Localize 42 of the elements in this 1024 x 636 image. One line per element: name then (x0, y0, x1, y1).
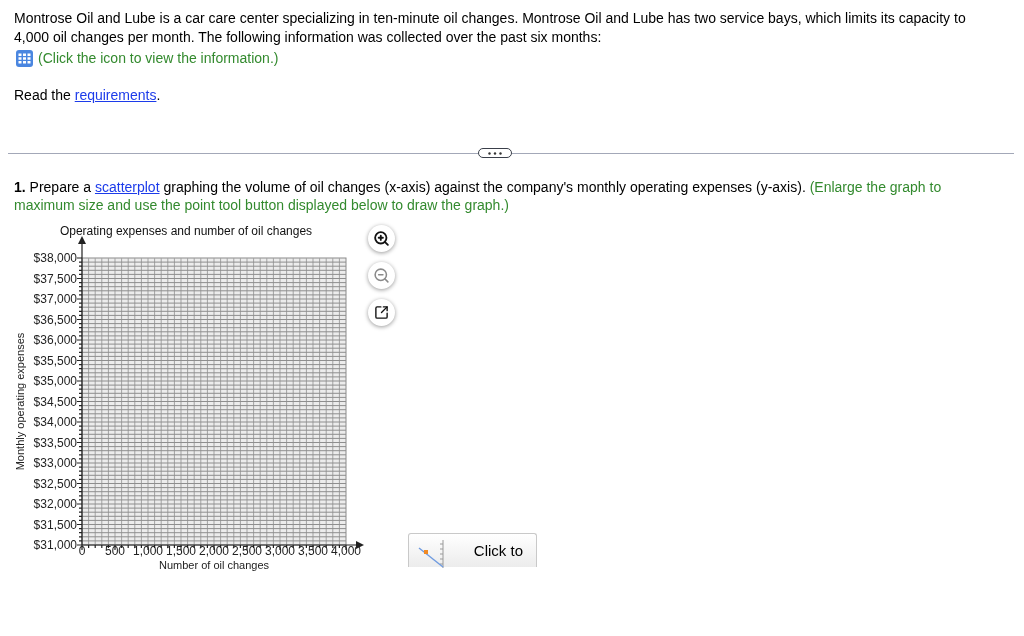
x-tick-label: 2,000 (199, 544, 229, 558)
y-tick-label: $37,500 (33, 271, 77, 286)
y-axis-title: Monthly operating expenses (14, 332, 26, 471)
show-more-button[interactable] (478, 148, 512, 158)
y-tick-label: $34,500 (33, 394, 77, 409)
info-instruction: (Click the icon to view the information.) (38, 49, 279, 68)
x-tick-label: 3,500 (298, 544, 328, 558)
x-tick-label: 4,000 (331, 544, 361, 558)
scatterplot-link[interactable]: scatterplot (94, 179, 160, 195)
y-tick-label: $32,500 (33, 476, 77, 491)
zoom-in-icon (373, 230, 390, 247)
x-tick-label: 500 (105, 544, 125, 558)
x-axis-title: Number of oil changes (158, 559, 270, 571)
chart-title: Operating expenses and number of oil changes (59, 224, 313, 238)
intro-paragraph: Montrose Oil and Lube is a car care center specializing in ten-minute oil changes. Montrose Oil and Lube has two service bays, which limits its capacity to 4,000 oil changes per month. The following information was collected over the past six months: (14, 9, 967, 47)
y-tick-label: $31,500 (33, 517, 77, 532)
x-tick-label: 3,000 (265, 544, 295, 558)
y-tick-label: $33,500 (33, 435, 77, 450)
y-tick-label: $35,000 (33, 374, 77, 388)
x-tick-label: 0 (78, 544, 86, 558)
y-tick-label: $32,000 (33, 497, 77, 511)
zoom-in-button[interactable] (368, 225, 395, 252)
x-tick-label: 1,000 (133, 544, 163, 558)
pop-out-icon (374, 305, 389, 320)
enlarge-button[interactable]: Click to (408, 533, 537, 567)
line-point-icon (418, 540, 446, 568)
y-tick-label: $35,500 (33, 353, 77, 368)
table-icon[interactable] (16, 50, 33, 67)
y-tick-label: $31,000 (33, 538, 77, 552)
ellipsis-icon (488, 151, 502, 155)
x-tick-label: 1,500 (166, 544, 196, 558)
question-text: 1. Prepare a scatterplot graphing the volume of oil changes (x-axis) against the company's monthly operating expenses (y-axis). (Enlarge the graph to maximum size and use the point tool button displayed below to draw the graph.) (14, 178, 943, 214)
x-tick-label: 2,500 (232, 544, 262, 558)
y-tick-label: $37,000 (33, 292, 77, 306)
y-tick-label: $38,000 (33, 251, 77, 265)
y-tick-label: $36,000 (33, 333, 77, 347)
y-tick-label: $33,000 (33, 456, 77, 470)
pop-out-button[interactable] (368, 299, 395, 326)
zoom-out-icon (373, 267, 390, 284)
requirements-sentence: Read the requirements. (14, 86, 161, 105)
y-tick-label: $34,000 (33, 415, 77, 429)
y-tick-label: $36,500 (33, 312, 77, 327)
